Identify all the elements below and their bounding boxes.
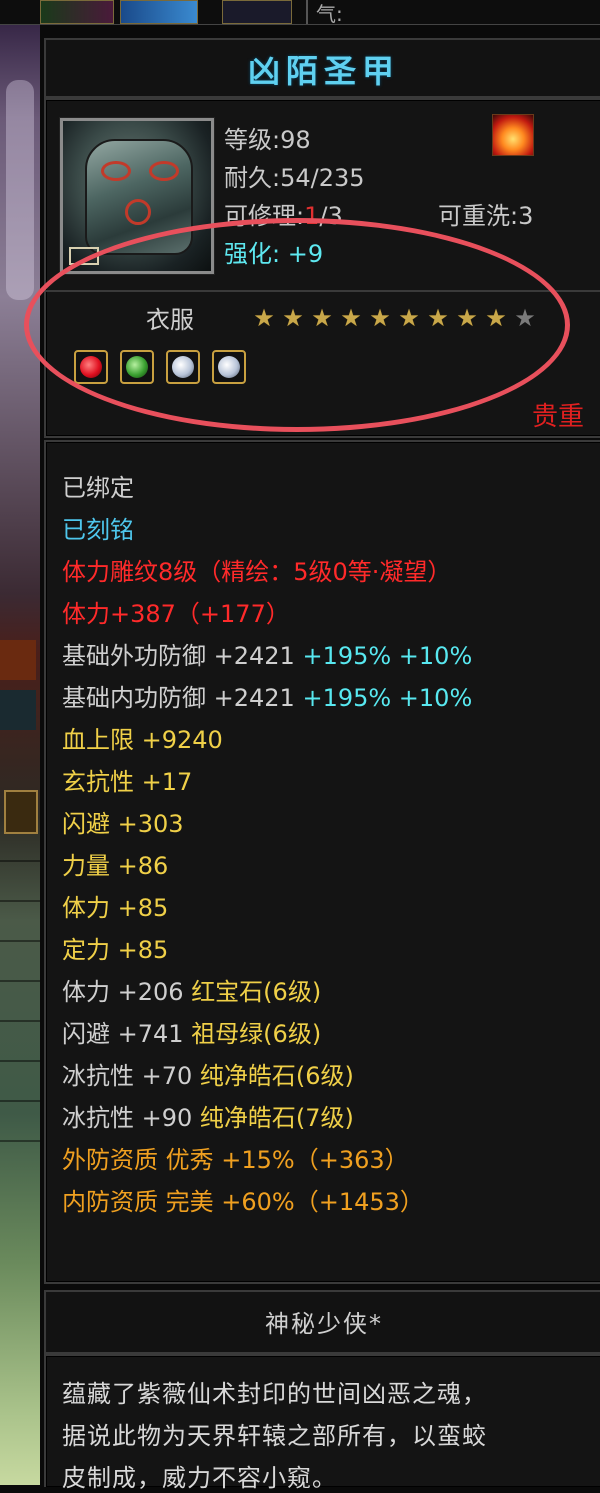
star-filled-icon: ★ bbox=[282, 304, 304, 332]
attribute-text: +195% +10% bbox=[302, 684, 473, 712]
repair-current: 1 bbox=[304, 202, 320, 230]
item-repair: 可修理:1/3 bbox=[224, 196, 343, 231]
white-gem-icon[interactable] bbox=[166, 350, 200, 384]
item-description-panel: 蕴藏了紫薇仙术封印的世间凶恶之魂， 据说此物为天界轩辕之部所有，以蛮蛟 皮制成，威力… bbox=[44, 1354, 600, 1492]
attribute-line: 已刻铭 bbox=[62, 510, 134, 545]
attribute-line: 体力 +206 红宝石(6级) bbox=[62, 972, 321, 1007]
armor-graphic bbox=[85, 139, 193, 255]
attribute-line: 闪避 +741 祖母绿(6级) bbox=[62, 1014, 321, 1049]
star-filled-icon: ★ bbox=[369, 304, 391, 332]
attribute-line: 冰抗性 +90 纯净皓石(7级) bbox=[62, 1098, 354, 1133]
attribute-text: 玄抗性 +17 bbox=[62, 768, 193, 796]
attribute-text: 体力 +206 bbox=[62, 978, 192, 1006]
qi-status-box: 气: bbox=[306, 0, 600, 26]
attribute-line: 玄抗性 +17 bbox=[62, 762, 192, 797]
enhance-label: 强化: bbox=[224, 240, 281, 268]
repair-label: 可修理: bbox=[224, 202, 305, 230]
attribute-text: 闪避 +303 bbox=[62, 810, 184, 838]
skill-slot-icon[interactable] bbox=[120, 0, 198, 24]
attribute-line: 已绑定 bbox=[62, 468, 134, 503]
attribute-text: 体力+387（+177） bbox=[62, 600, 290, 628]
item-level: 等级:98 bbox=[224, 126, 311, 154]
attribute-text: 体力 +85 bbox=[62, 894, 169, 922]
attribute-line: 外防资质 优秀 +15%（+363） bbox=[62, 1140, 409, 1175]
attribute-text: 外防资质 优秀 +15%（+363） bbox=[62, 1146, 409, 1174]
item-header-panel: 等级:98 耐久:54/235 可修理:1/3 可重洗:3 强化: +9 衣服 … bbox=[24, 98, 600, 438]
description-title-bar: 神秘少侠* bbox=[44, 1290, 600, 1354]
item-title-bar: 凶陌圣甲 bbox=[44, 38, 600, 98]
game-scene-background bbox=[0, 0, 40, 1485]
qi-label: 气: bbox=[316, 2, 343, 26]
attribute-line: 冰抗性 +70 纯净皓石(6级) bbox=[62, 1056, 354, 1091]
enhance-value: +9 bbox=[287, 240, 324, 268]
star-filled-icon: ★ bbox=[253, 304, 275, 332]
attribute-text: 力量 +86 bbox=[62, 852, 169, 880]
green-gem-icon[interactable] bbox=[120, 350, 154, 384]
attribute-line: 体力雕纹8级（精绘：5级0等·凝望） bbox=[62, 552, 451, 587]
armor-item-icon bbox=[59, 117, 215, 275]
attribute-text: 冰抗性 +90 bbox=[62, 1104, 200, 1132]
attribute-line: 闪避 +303 bbox=[62, 804, 184, 839]
attribute-text: 基础内功防御 +2421 bbox=[62, 684, 303, 712]
red-gem-icon[interactable] bbox=[74, 350, 108, 384]
attribute-line: 内防资质 完美 +60%（+1453） bbox=[62, 1182, 424, 1217]
skill-slot-icon[interactable] bbox=[40, 0, 114, 24]
skill-icon bbox=[0, 640, 36, 680]
attribute-line: 体力 +85 bbox=[62, 888, 168, 923]
star-filled-icon: ★ bbox=[456, 304, 478, 332]
attribute-line: 基础外功防御 +2421 +195% +10% bbox=[62, 636, 472, 671]
repair-max: /3 bbox=[319, 202, 343, 230]
item-attributes-panel: 已绑定已刻铭体力雕纹8级（精绘：5级0等·凝望） 体力+387（+177） 基础外功… bbox=[44, 440, 600, 1284]
description-line: 据说此物为天界轩辕之部所有，以蛮蛟 bbox=[62, 1422, 487, 1450]
item-enhance: 强化: +9 bbox=[224, 234, 323, 269]
attribute-text: 纯净皓石(6级) bbox=[199, 1062, 354, 1090]
skill-slot-icon[interactable] bbox=[222, 0, 292, 24]
equipment-slot-label: 衣服 bbox=[146, 306, 194, 334]
star-filled-icon: ★ bbox=[311, 304, 333, 332]
white-gem-icon[interactable] bbox=[212, 350, 246, 384]
attribute-text: 纯净皓石(7级) bbox=[199, 1104, 354, 1132]
star-rating: ★ ★ ★ ★ ★ ★ ★ ★ ★ ★ bbox=[252, 306, 542, 330]
star-filled-icon: ★ bbox=[427, 304, 449, 332]
star-filled-icon: ★ bbox=[398, 304, 420, 332]
attribute-line: 力量 +86 bbox=[62, 846, 168, 881]
item-rewash: 可重洗:3 bbox=[438, 202, 534, 230]
skill-icon bbox=[0, 690, 36, 730]
star-filled-icon: ★ bbox=[340, 304, 362, 332]
attribute-text: 红宝石(6级) bbox=[191, 978, 322, 1006]
description-title: 神秘少侠* bbox=[265, 1310, 383, 1338]
attribute-line: 定力 +85 bbox=[62, 930, 168, 965]
attribute-text: 基础外功防御 +2421 bbox=[62, 642, 303, 670]
attribute-text: 闪避 +741 bbox=[62, 1020, 192, 1048]
character-figure bbox=[6, 80, 34, 300]
star-filled-icon: ★ bbox=[485, 304, 507, 332]
flame-icon bbox=[492, 114, 534, 156]
item-name: 凶陌圣甲 bbox=[247, 52, 400, 90]
attribute-line: 体力+387（+177） bbox=[62, 594, 290, 629]
attribute-text: 已绑定 bbox=[62, 474, 134, 502]
attribute-text: 内防资质 完美 +60%（+1453） bbox=[62, 1188, 424, 1216]
description-line: 蕴藏了紫薇仙术封印的世间凶恶之魂， bbox=[62, 1380, 487, 1408]
button-icon[interactable] bbox=[4, 790, 38, 834]
attribute-text: 已刻铭 bbox=[62, 516, 134, 544]
attribute-text: 血上限 +9240 bbox=[62, 726, 223, 754]
star-empty-icon: ★ bbox=[514, 304, 536, 332]
header-divider bbox=[46, 290, 600, 292]
item-durability: 耐久:54/235 bbox=[224, 164, 365, 192]
attribute-text: +195% +10% bbox=[302, 642, 473, 670]
attribute-line: 血上限 +9240 bbox=[62, 720, 223, 755]
top-toolbar: 气: bbox=[0, 0, 600, 26]
description-line: 皮制成，威力不容小窥。 bbox=[62, 1464, 337, 1492]
attribute-text: 冰抗性 +70 bbox=[62, 1062, 200, 1090]
attribute-text: 体力雕纹8级（精绘：5级0等·凝望） bbox=[62, 558, 452, 586]
attribute-text: 定力 +85 bbox=[62, 936, 169, 964]
attribute-line: 基础内功防御 +2421 +195% +10% bbox=[62, 678, 472, 713]
equipment-box-icon bbox=[69, 247, 99, 265]
rarity-label: 贵重 bbox=[531, 402, 584, 432]
attribute-text: 祖母绿(6级) bbox=[191, 1020, 322, 1048]
